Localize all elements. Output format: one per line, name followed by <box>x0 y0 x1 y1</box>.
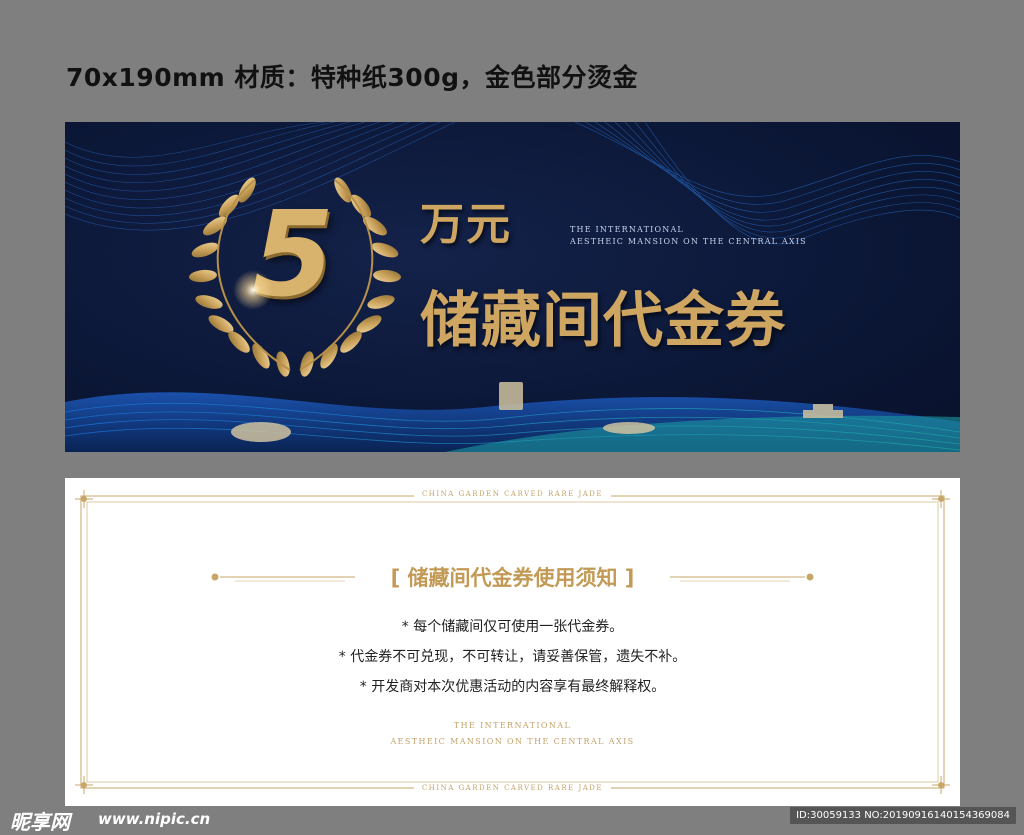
light-flare-decoration <box>233 270 273 310</box>
watermark-logo: 昵享网 <box>10 810 70 834</box>
english-tagline-line1: THE INTERNATIONAL <box>570 225 684 234</box>
rule-item: * 代金券不可兑现，不可转让，请妥善保管，遗失不补。 <box>338 649 687 665</box>
voucher-title: 储藏间代金券 <box>420 286 786 356</box>
english-tagline-back: THE INTERNATIONAL AESTHEIC MANSION ON TH… <box>65 718 960 750</box>
voucher-amount: 万元 <box>420 199 512 250</box>
watermark-id: ID:30059133 NO:20190916140154369084 <box>790 807 1016 824</box>
rule-item: * 每个储藏间仅可使用一张代金券。 <box>401 619 624 635</box>
voucher-back: CHINA GARDEN CARVED RARE JADE [ 储藏间代金券使用… <box>65 478 960 806</box>
voucher-front: 5 万元 THE INTERNATIONAL AESTHEIC MANSION … <box>65 122 960 452</box>
watermark-url: www.nipic.cn <box>98 810 211 828</box>
english-tagline-back-line2: AESTHEIC MANSION ON THE CENTRAL AXIS <box>390 737 635 746</box>
english-tagline-back-line1: THE INTERNATIONAL <box>453 721 572 730</box>
rules-list: * 每个储藏间仅可使用一张代金券。 * 代金券不可兑现，不可转让，请妥善保管，遗… <box>65 612 960 702</box>
notice-title: [ 储藏间代金券使用须知 ] <box>390 566 635 590</box>
spec-text: 70x190mm 材质：特种纸300g，金色部分烫金 <box>66 63 638 92</box>
english-tagline-line2: AESTHEIC MANSION ON THE CENTRAL AXIS <box>570 237 807 246</box>
frame-caption-top: CHINA GARDEN CARVED RARE JADE <box>65 490 960 498</box>
frame-caption-bottom: CHINA GARDEN CARVED RARE JADE <box>65 784 960 792</box>
rule-item: * 开发商对本次优惠活动的内容享有最终解释权。 <box>359 679 666 695</box>
english-tagline: THE INTERNATIONAL AESTHEIC MANSION ON TH… <box>570 224 807 248</box>
